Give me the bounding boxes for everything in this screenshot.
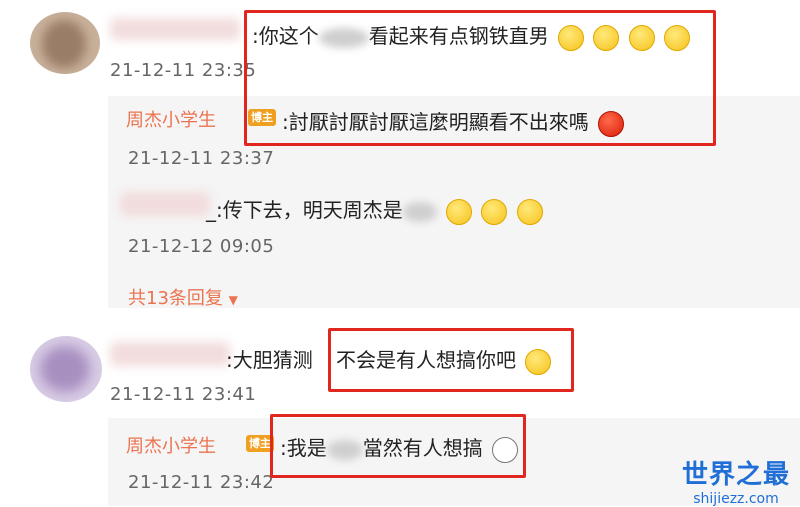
username[interactable] [110,18,240,40]
reply-author[interactable]: 周杰小学生 [126,432,216,458]
laugh-cry-icon [481,198,508,225]
highlight-box [270,414,526,478]
avatar[interactable] [30,12,100,74]
timestamp: 21-12-12 09:05 [128,236,275,257]
watermark-title: 世界之最 [681,460,790,490]
timestamp: 21-12-11 23:35 [110,60,257,81]
comment-text: :大胆猜测 [226,348,313,372]
timestamp: 21-12-11 23:42 [128,472,275,493]
reply-author[interactable] [120,192,210,216]
highlight-box [244,10,716,146]
site-watermark: 世界之最 shijiezz.com [676,454,796,507]
reply-author[interactable]: 周杰小学生 [126,106,216,132]
avatar[interactable] [30,336,102,402]
watermark-url: shijiezz.com [693,491,779,507]
reply-text: _:传下去，明天周杰是 [206,194,543,225]
laugh-cry-icon [446,198,473,225]
username[interactable] [110,342,230,366]
caret-down-icon: ▼ [228,293,238,307]
laugh-cry-icon [516,198,543,225]
more-replies-link[interactable]: 共13条回复 ▼ [128,284,238,310]
timestamp: 21-12-11 23:41 [110,384,257,405]
highlight-box [328,328,574,392]
timestamp: 21-12-11 23:37 [128,148,275,169]
